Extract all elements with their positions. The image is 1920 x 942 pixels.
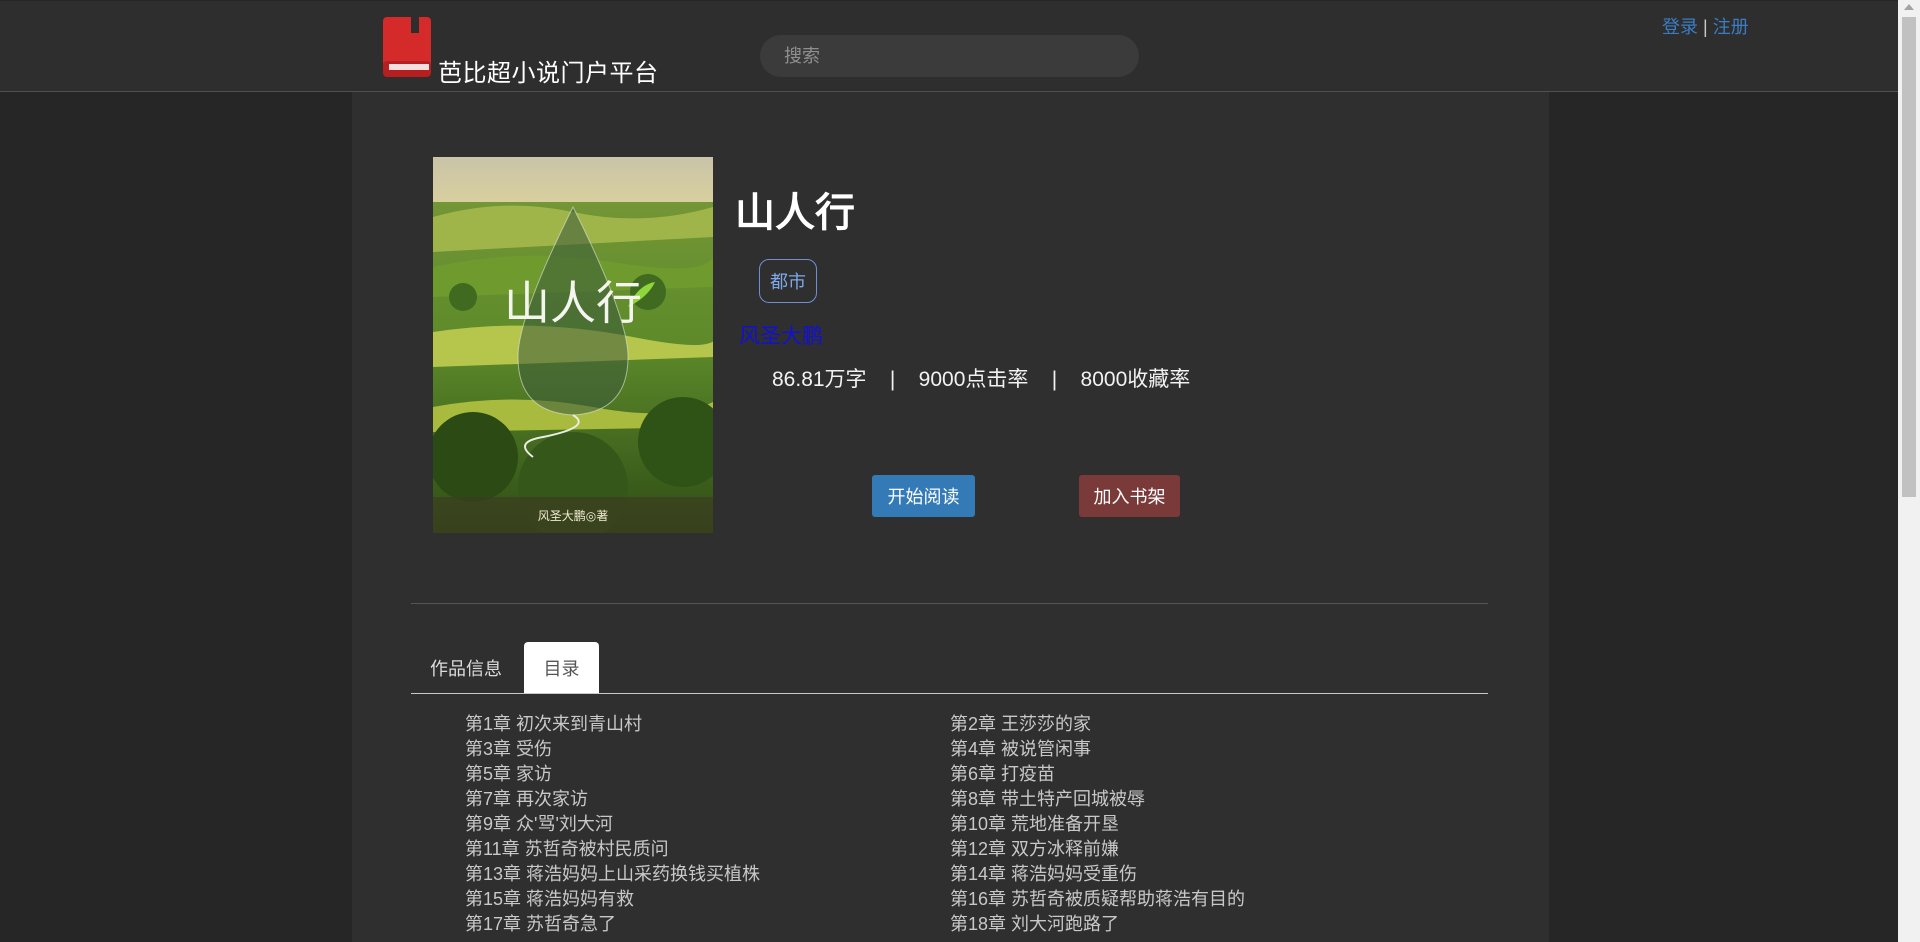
chapter-link[interactable]: 第18章 刘大河跑路了	[950, 912, 1435, 937]
chapter-link[interactable]: 第12章 双方冰释前嫌	[950, 837, 1435, 862]
chapter-link[interactable]: 第9章 众'骂'刘大河	[465, 812, 950, 837]
book-logo-icon[interactable]	[381, 17, 433, 79]
chapter-link[interactable]: 第2章 王莎莎的家	[950, 712, 1435, 737]
chapter-link[interactable]: 第13章 蒋浩妈妈上山采药换钱买植株	[465, 862, 950, 887]
scroll-up-arrow-icon[interactable]	[1904, 4, 1914, 10]
tab-table-of-contents[interactable]: 目录	[524, 642, 599, 694]
cover-title-text: 山人行	[504, 276, 642, 330]
cover-author-text: 风圣大鹏◎著	[538, 509, 608, 523]
search-input[interactable]	[760, 35, 1139, 77]
chapter-link[interactable]: 第5章 家访	[465, 762, 950, 787]
chapter-link[interactable]: 第10章 荒地准备开垦	[950, 812, 1435, 837]
chapter-list: 第1章 初次来到青山村 第2章 王莎莎的家 第3章 受伤 第4章 被说管闲事 第…	[465, 712, 1465, 937]
add-to-shelf-button[interactable]: 加入书架	[1079, 475, 1180, 517]
chapter-link[interactable]: 第3章 受伤	[465, 737, 950, 762]
tab-book-info[interactable]: 作品信息	[411, 642, 521, 693]
chapter-link[interactable]: 第8章 带土特产回城被辱	[950, 787, 1435, 812]
book-stats: 86.81万字 | 9000点击率 | 8000收藏率	[772, 368, 1191, 391]
register-link[interactable]: 注册	[1713, 17, 1749, 37]
chapter-link[interactable]: 第15章 蒋浩妈妈有救	[465, 887, 950, 912]
login-link[interactable]: 登录	[1662, 17, 1698, 37]
tabs-underline	[411, 693, 1488, 694]
start-reading-button[interactable]: 开始阅读	[872, 475, 975, 517]
chapter-link[interactable]: 第17章 苏哲奇急了	[465, 912, 950, 937]
auth-separator: |	[1703, 17, 1708, 37]
section-divider	[411, 603, 1488, 604]
auth-links: 登录 | 注册	[1662, 13, 1749, 39]
book-title: 山人行	[735, 191, 855, 235]
chapter-link[interactable]: 第4章 被说管闲事	[950, 737, 1435, 762]
scrollbar-thumb[interactable]	[1902, 17, 1916, 497]
page-scrollbar[interactable]	[1898, 0, 1920, 942]
chapter-link[interactable]: 第6章 打疫苗	[950, 762, 1435, 787]
chapter-link[interactable]: 第14章 蒋浩妈妈受重伤	[950, 862, 1435, 887]
author-link[interactable]: 风圣大鹏	[739, 320, 823, 350]
chapter-link[interactable]: 第1章 初次来到青山村	[465, 712, 950, 737]
genre-tag[interactable]: 都市	[759, 259, 817, 303]
top-navbar: 芭比超小说门户平台 登录 | 注册	[0, 1, 1898, 92]
book-detail-panel: 山人行 风圣大鹏◎著 山人行 都市 风圣大鹏 86.81万字 | 9000点击率…	[352, 92, 1549, 942]
chapter-link[interactable]: 第11章 苏哲奇被村民质问	[465, 837, 950, 862]
chapter-link[interactable]: 第7章 再次家访	[465, 787, 950, 812]
site-brand-title[interactable]: 芭比超小说门户平台	[438, 53, 659, 88]
chapter-link[interactable]: 第16章 苏哲奇被质疑帮助蒋浩有目的	[950, 887, 1435, 912]
book-cover-image[interactable]: 山人行 风圣大鹏◎著	[433, 157, 713, 533]
